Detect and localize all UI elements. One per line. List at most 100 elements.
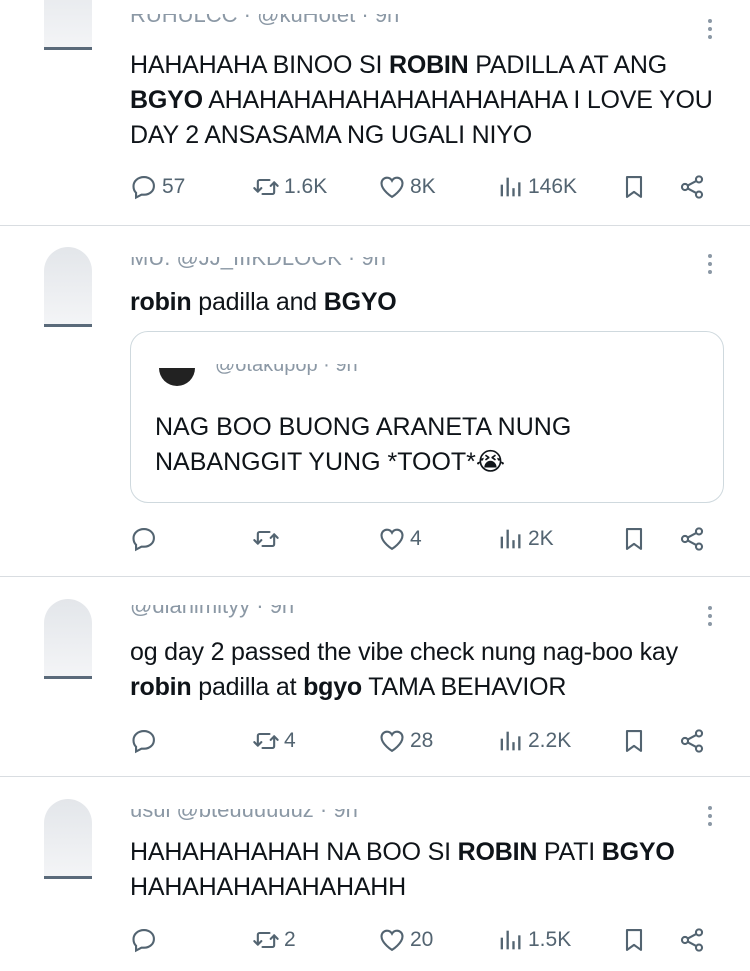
like-icon	[378, 173, 406, 201]
bold-mention-text: robin	[130, 673, 192, 701]
bookmark-button[interactable]	[620, 724, 648, 758]
reply-icon	[130, 727, 158, 755]
bold-mention-text: BGYO	[130, 86, 203, 114]
tweet-header: MU. @JJ_IIIKDLOCK · 9h	[130, 257, 386, 270]
views-count: 2.2K	[528, 729, 572, 752]
views-button[interactable]: 2K	[496, 522, 554, 556]
tweet-text-run: padilla and	[191, 288, 324, 316]
quoted-text: NAG BOO BUONG ARANETA NUNG NABANGGIT YUN…	[155, 413, 572, 476]
likes-count: 20	[410, 928, 434, 951]
reply-button[interactable]: 57	[130, 170, 185, 204]
like-button[interactable]: 28	[378, 724, 433, 758]
quoted-avatar	[159, 368, 195, 386]
likes-count: 28	[410, 729, 434, 752]
more-icon[interactable]	[700, 601, 720, 631]
like-button[interactable]: 8K	[378, 170, 436, 204]
views-button[interactable]: 2.2K	[496, 724, 571, 758]
avatar[interactable]	[44, 599, 92, 679]
repost-button[interactable]: 2	[252, 923, 296, 957]
reply-icon	[130, 525, 158, 553]
repost-icon	[252, 926, 280, 954]
quoted-tweet[interactable]: @otakupop · 9h NAG BOO BUONG ARANETA NUN…	[130, 331, 724, 503]
share-icon	[678, 173, 706, 201]
more-icon[interactable]	[700, 249, 720, 279]
like-button[interactable]: 4	[378, 522, 422, 556]
quoted-header: @otakupop · 9h	[215, 364, 358, 376]
like-icon	[378, 525, 406, 553]
reply-button[interactable]	[130, 923, 162, 957]
bookmark-button[interactable]	[620, 522, 648, 556]
bold-mention-text: ROBIN	[388, 51, 469, 79]
bookmark-icon	[620, 525, 648, 553]
views-count: 146K	[528, 175, 578, 198]
avatar[interactable]	[44, 799, 92, 879]
avatar[interactable]	[44, 0, 92, 50]
views-count: 1.5K	[528, 928, 572, 951]
tweet-header: usui @bteuuuuuuz · 9h	[130, 809, 358, 822]
bold-mention-text: ROBIN	[457, 838, 538, 866]
share-button[interactable]	[678, 724, 706, 758]
reply-button[interactable]	[130, 522, 162, 556]
tweet-header: RUHULCC · @kuHotet · 9h	[130, 14, 400, 27]
views-button[interactable]: 1.5K	[496, 923, 571, 957]
tweet[interactable]: @dianimityy · 9h og day 2 passed the vib…	[0, 577, 750, 777]
share-button[interactable]	[678, 522, 706, 556]
views-icon	[496, 926, 524, 954]
reposts-count: 2	[284, 928, 296, 951]
repost-button[interactable]	[252, 522, 284, 556]
tweet-text-run: padilla at	[191, 673, 304, 701]
tweet-actions: 4 2K	[130, 522, 720, 556]
more-icon[interactable]	[700, 14, 720, 44]
repost-icon	[252, 727, 280, 755]
views-icon	[496, 525, 524, 553]
bold-mention-text: BGYO	[323, 288, 397, 316]
reposts-count: 4	[284, 729, 296, 752]
bold-mention-text: bgyo	[303, 673, 362, 701]
bold-mention-text: robin	[130, 288, 192, 316]
tweet-text-run: HAHAHAHAHAH NA BOO SI	[130, 838, 458, 866]
tweet-text: robin padilla and BGYO	[130, 285, 720, 320]
share-icon	[678, 525, 706, 553]
tweet[interactable]: MU. @JJ_IIIKDLOCK · 9h robin padilla and…	[0, 225, 750, 577]
tweet-text: HAHAHAHA BINOO SI ROBIN PADILLA AT ANG B…	[130, 48, 720, 153]
tweet-text-run: HAHAHAHAHAHAHAHH	[130, 873, 407, 901]
tweet[interactable]: usui @bteuuuuuuz · 9h HAHAHAHAHAH NA BOO…	[0, 777, 750, 971]
tweet-text: HAHAHAHAHAH NA BOO SI ROBIN PATI BGYO HA…	[130, 835, 720, 905]
like-button[interactable]: 20	[378, 923, 433, 957]
views-button[interactable]: 146K	[496, 170, 577, 204]
share-button[interactable]	[678, 923, 706, 957]
tweet-text-run: HAHAHAHA BINOO SI	[130, 51, 389, 79]
tweet-text-run: TAMA BEHAVIOR	[362, 673, 567, 701]
bold-mention-text: BGYO	[601, 838, 675, 866]
replies-count: 57	[162, 175, 186, 198]
tweet[interactable]: RUHULCC · @kuHotet · 9h HAHAHAHA BINOO S…	[0, 0, 750, 226]
reply-icon	[130, 926, 158, 954]
share-icon	[678, 926, 706, 954]
reposts-count: 1.6K	[284, 175, 328, 198]
tweet-text-run: PADILLA AT ANG	[468, 51, 668, 79]
tweet-text-run: og day 2 passed the vibe check nung nag-…	[130, 638, 678, 666]
reply-icon	[130, 173, 158, 201]
tweet-actions: 57 1.6K 8K 146K	[130, 170, 720, 204]
reply-button[interactable]	[130, 724, 162, 758]
like-icon	[378, 727, 406, 755]
tweet-actions: 2 20 1.5K	[130, 923, 720, 957]
tweet-text-run: PATI	[537, 838, 602, 866]
share-icon	[678, 727, 706, 755]
bookmark-button[interactable]	[620, 923, 648, 957]
bookmark-icon	[620, 926, 648, 954]
repost-icon	[252, 525, 280, 553]
like-icon	[378, 926, 406, 954]
repost-button[interactable]: 1.6K	[252, 170, 327, 204]
tweet-header: @dianimityy · 9h	[130, 605, 295, 618]
share-button[interactable]	[678, 170, 706, 204]
bookmark-button[interactable]	[620, 170, 648, 204]
likes-count: 4	[410, 527, 422, 550]
more-icon[interactable]	[700, 801, 720, 831]
repost-button[interactable]: 4	[252, 724, 296, 758]
views-icon	[496, 173, 524, 201]
bookmark-icon	[620, 727, 648, 755]
tweet-actions: 4 28 2.2K	[130, 724, 720, 758]
avatar[interactable]	[44, 247, 92, 327]
likes-count: 8K	[410, 175, 436, 198]
